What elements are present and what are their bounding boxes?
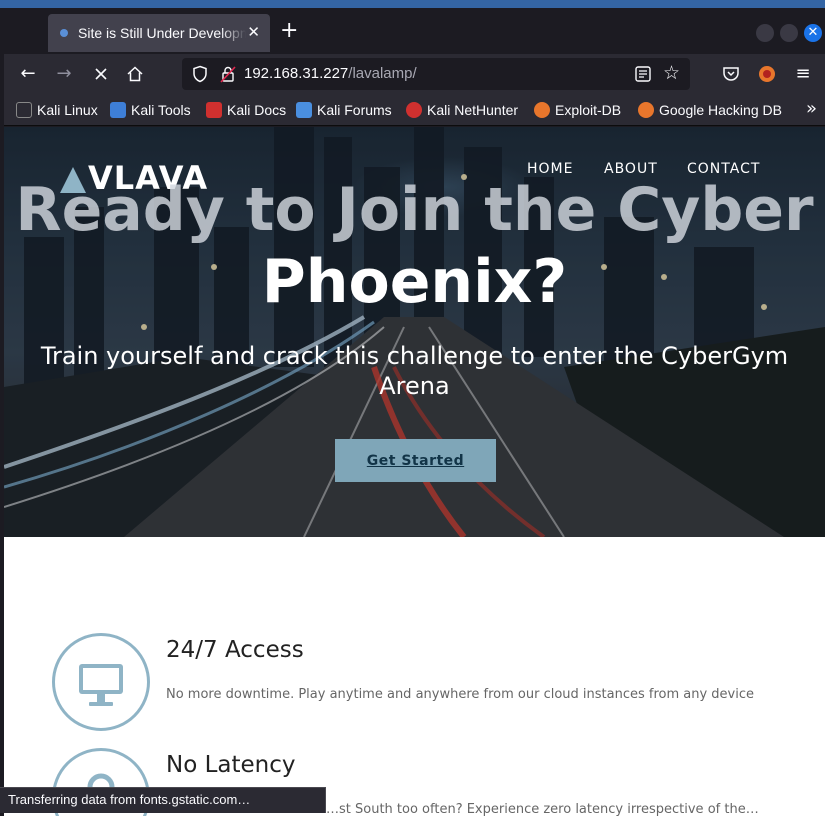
feature-text: …st South too often? Experience zero lat… (326, 802, 759, 816)
kali-docs-icon (206, 102, 222, 118)
close-tab-icon[interactable]: ✕ (247, 23, 260, 41)
tab-bar: Site is Still Under Development ✕ + ✕ (4, 8, 825, 54)
bookmark-exploit-db[interactable]: Exploit-DB (534, 100, 621, 120)
get-started-button[interactable]: Get Started (335, 439, 496, 482)
kali-tools-icon (110, 102, 126, 118)
more-bookmarks-icon[interactable]: » (806, 98, 817, 119)
url-bar[interactable]: 192.168.31.227/lavalamp/ ☆ (182, 58, 690, 90)
ghdb-icon (638, 102, 654, 118)
pocket-icon[interactable] (720, 63, 742, 85)
url-text[interactable]: 192.168.31.227/lavalamp/ (244, 65, 417, 82)
insecure-lock-icon[interactable] (220, 65, 236, 83)
reader-view-icon[interactable] (634, 65, 652, 83)
stop-loading-icon[interactable] (90, 63, 112, 85)
bookmark-kali-forums[interactable]: Kali Forums (296, 100, 392, 120)
feature-title: No Latency (166, 752, 296, 778)
tracking-shield-icon[interactable] (192, 65, 208, 83)
hero-title-line2: Phoenix? (261, 247, 568, 317)
hamburger-menu-icon[interactable]: ≡ (792, 63, 814, 85)
tab-active[interactable]: Site is Still Under Development ✕ (48, 14, 270, 52)
bookmarks-toolbar: Kali Linux Kali Tools Kali Docs Kali For… (4, 94, 825, 126)
maximize-window-button[interactable] (780, 24, 798, 42)
back-icon[interactable]: ← (17, 63, 39, 85)
bookmark-kali-nethunter[interactable]: Kali NetHunter (406, 100, 518, 120)
feature-text: No more downtime. Play anytime and anywh… (166, 687, 755, 702)
new-tab-button[interactable]: + (280, 20, 298, 42)
status-bar: Transferring data from fonts.gstatic.com… (0, 787, 326, 813)
close-window-button[interactable]: ✕ (804, 24, 822, 42)
bookmark-kali-linux[interactable]: Kali Linux (16, 100, 98, 120)
bookmark-google-hacking-db[interactable]: Google Hacking DB (638, 100, 782, 120)
bookmark-kali-tools[interactable]: Kali Tools (110, 100, 191, 120)
site-favicon-icon (60, 29, 68, 37)
hero-section: VLAVA HOME ABOUT CONTACT Ready to Join t… (4, 127, 825, 537)
feature-title: 24/7 Access (166, 637, 304, 663)
bookmark-star-icon[interactable]: ☆ (663, 62, 680, 84)
forward-icon[interactable]: → (53, 63, 75, 85)
desktop-top-strip (0, 0, 825, 8)
page-viewport[interactable]: VLAVA HOME ABOUT CONTACT Ready to Join t… (4, 127, 825, 816)
exploit-db-icon (534, 102, 550, 118)
extension-icon[interactable] (756, 63, 778, 85)
kali-dragon-icon (16, 102, 32, 118)
home-icon[interactable] (124, 63, 146, 85)
hero-title-line1: Ready to Join the Cyber (15, 175, 814, 245)
navigation-toolbar: ← → 192.168.31.227/lavalamp/ ☆ ≡ (4, 54, 825, 94)
hero-subtitle: Train yourself and crack this challenge … (40, 342, 789, 400)
bookmark-kali-docs[interactable]: Kali Docs (206, 100, 286, 120)
monitor-icon (52, 633, 150, 731)
minimize-window-button[interactable] (756, 24, 774, 42)
kali-forums-icon (296, 102, 312, 118)
nethunter-icon (406, 102, 422, 118)
tab-title: Site is Still Under Development (78, 25, 246, 41)
